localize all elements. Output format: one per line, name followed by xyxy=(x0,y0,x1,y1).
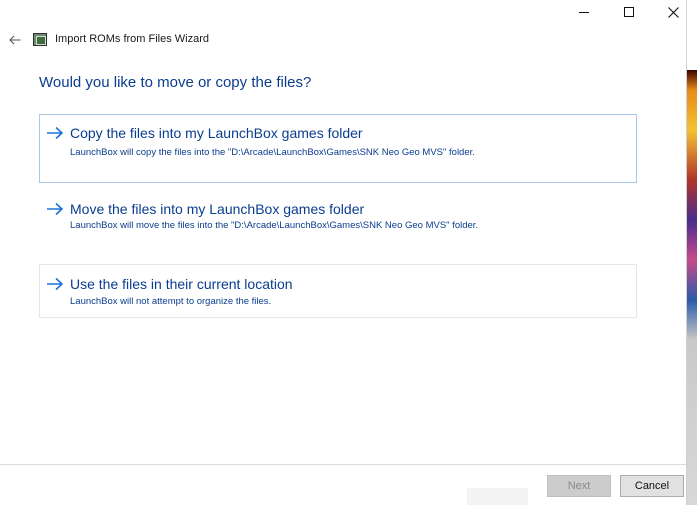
minimize-button[interactable] xyxy=(561,0,607,24)
wizard-header: Import ROMs from Files Wizard xyxy=(0,28,687,52)
page-title: Would you like to move or copy the files… xyxy=(39,74,312,91)
title-bar xyxy=(0,0,687,24)
option-use-current-location[interactable]: Use the files in their current location … xyxy=(39,264,637,318)
maximize-icon xyxy=(624,7,634,17)
next-button[interactable]: Next xyxy=(547,475,611,497)
close-icon xyxy=(667,6,679,18)
option-title: Use the files in their current location xyxy=(70,276,293,292)
option-title: Copy the files into my LaunchBox games f… xyxy=(70,125,363,141)
option-description: LaunchBox will not attempt to organize t… xyxy=(70,296,272,307)
arrow-right-icon xyxy=(47,126,64,140)
wizard-window: Import ROMs from Files Wizard Would you … xyxy=(0,0,687,505)
arrow-right-icon xyxy=(47,202,64,216)
option-description: LaunchBox will copy the files into the "… xyxy=(70,147,475,158)
launchbox-icon xyxy=(33,33,47,46)
maximize-button[interactable] xyxy=(606,0,652,24)
arrow-right-icon xyxy=(47,277,64,291)
footer-divider xyxy=(0,464,687,465)
option-description: LaunchBox will move the files into the "… xyxy=(70,220,479,231)
back-button[interactable] xyxy=(4,30,26,50)
option-title: Move the files into my LaunchBox games f… xyxy=(70,201,365,217)
hidden-button-placeholder xyxy=(467,488,528,505)
cancel-button[interactable]: Cancel xyxy=(620,475,684,497)
minimize-icon xyxy=(579,11,589,13)
option-copy-files[interactable]: Copy the files into my LaunchBox games f… xyxy=(39,114,637,183)
background-window-edge xyxy=(687,0,697,505)
option-move-files[interactable]: Move the files into my LaunchBox games f… xyxy=(39,190,637,244)
wizard-title: Import ROMs from Files Wizard xyxy=(55,33,210,45)
back-arrow-icon xyxy=(9,35,21,45)
